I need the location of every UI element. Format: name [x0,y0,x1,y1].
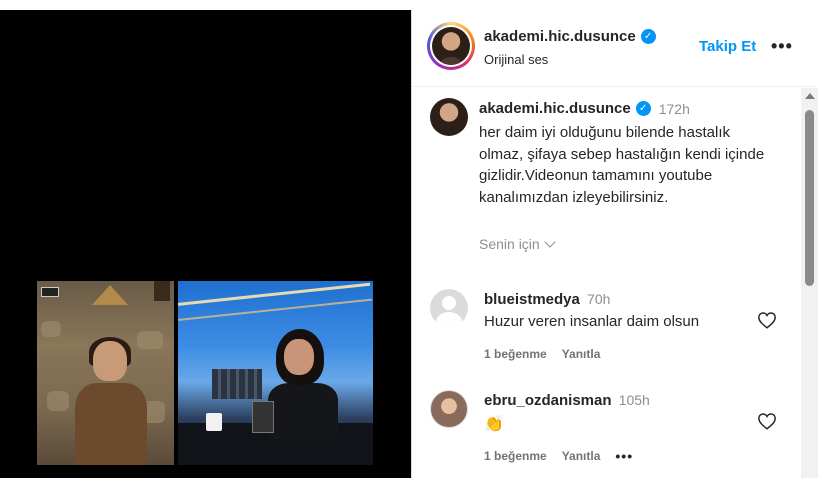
chevron-down-icon [544,236,556,248]
scroll-up-arrow-icon[interactable] [805,93,815,99]
caption-avatar[interactable] [430,98,468,136]
comment-meta: 1 beğenme Yanıtla ••• [484,448,633,464]
story-avatar[interactable] [427,22,475,70]
comment-sort-selector[interactable]: Senin için [479,236,556,252]
follow-button[interactable]: Takip Et [699,38,756,55]
like-heart-icon[interactable] [757,412,777,430]
like-heart-icon[interactable] [757,311,777,329]
comment-item: ebru_ozdanisman 105h 👏 1 beğenme Yanıtla… [430,390,800,478]
channel-logo [41,287,59,297]
verified-badge-icon: ✓ [640,29,656,44]
post-author-username[interactable]: akademi.hic.dusunce [484,28,636,45]
comment-text: Huzur veren insanlar daim olsun [484,313,700,330]
more-options-icon[interactable]: ••• [771,36,793,57]
caption-author: akademi.hic.dusunce ✓ 172h [479,100,690,117]
video-left-frame [37,281,174,465]
post-header: akademi.hic.dusunce ✓ Orijinal ses Takip… [412,10,817,87]
comment-meta: 1 beğenme Yanıtla [484,347,600,361]
audio-label[interactable]: Orijinal ses [484,52,548,67]
video-right-frame [178,281,373,465]
comment-author: blueistmedya 70h [484,291,610,308]
comment-text: 👏 [484,416,504,433]
comment-time[interactable]: 70h [587,291,610,307]
comment-username[interactable]: ebru_ozdanisman [484,392,612,409]
comment-options-icon[interactable]: ••• [615,448,633,464]
comment-time[interactable]: 105h [619,392,650,408]
comment-item: blueistmedya 70h Huzur veren insanlar da… [430,289,800,379]
reply-button[interactable]: Yanıtla [562,347,601,361]
caption-username[interactable]: akademi.hic.dusunce [479,100,631,117]
verified-badge-icon: ✓ [635,101,651,116]
comment-likes[interactable]: 1 beğenme [484,449,547,463]
vertical-scrollbar[interactable] [801,88,818,478]
comment-sort-label: Senin için [479,236,540,252]
reply-button[interactable]: Yanıtla [562,449,601,463]
profile-avatar [432,27,470,65]
comment-likes[interactable]: 1 beğenme [484,347,547,361]
user-photo-avatar[interactable] [430,390,468,428]
scroll-thumb[interactable] [805,110,814,286]
caption-text: her daim iyi olduğunu bilende hastalık o… [479,124,765,206]
comment-username[interactable]: blueistmedya [484,291,580,308]
comments-scroll-area[interactable]: akademi.hic.dusunce ✓ 172h her daim iyi … [412,88,818,478]
caption-time[interactable]: 172h [659,101,690,117]
reel-video-player[interactable] [0,10,411,478]
post-sidebar: akademi.hic.dusunce ✓ Orijinal ses Takip… [411,10,818,478]
post-author[interactable]: akademi.hic.dusunce ✓ [484,28,656,45]
default-avatar-icon[interactable] [430,289,468,327]
comment-author: ebru_ozdanisman 105h [484,392,650,409]
